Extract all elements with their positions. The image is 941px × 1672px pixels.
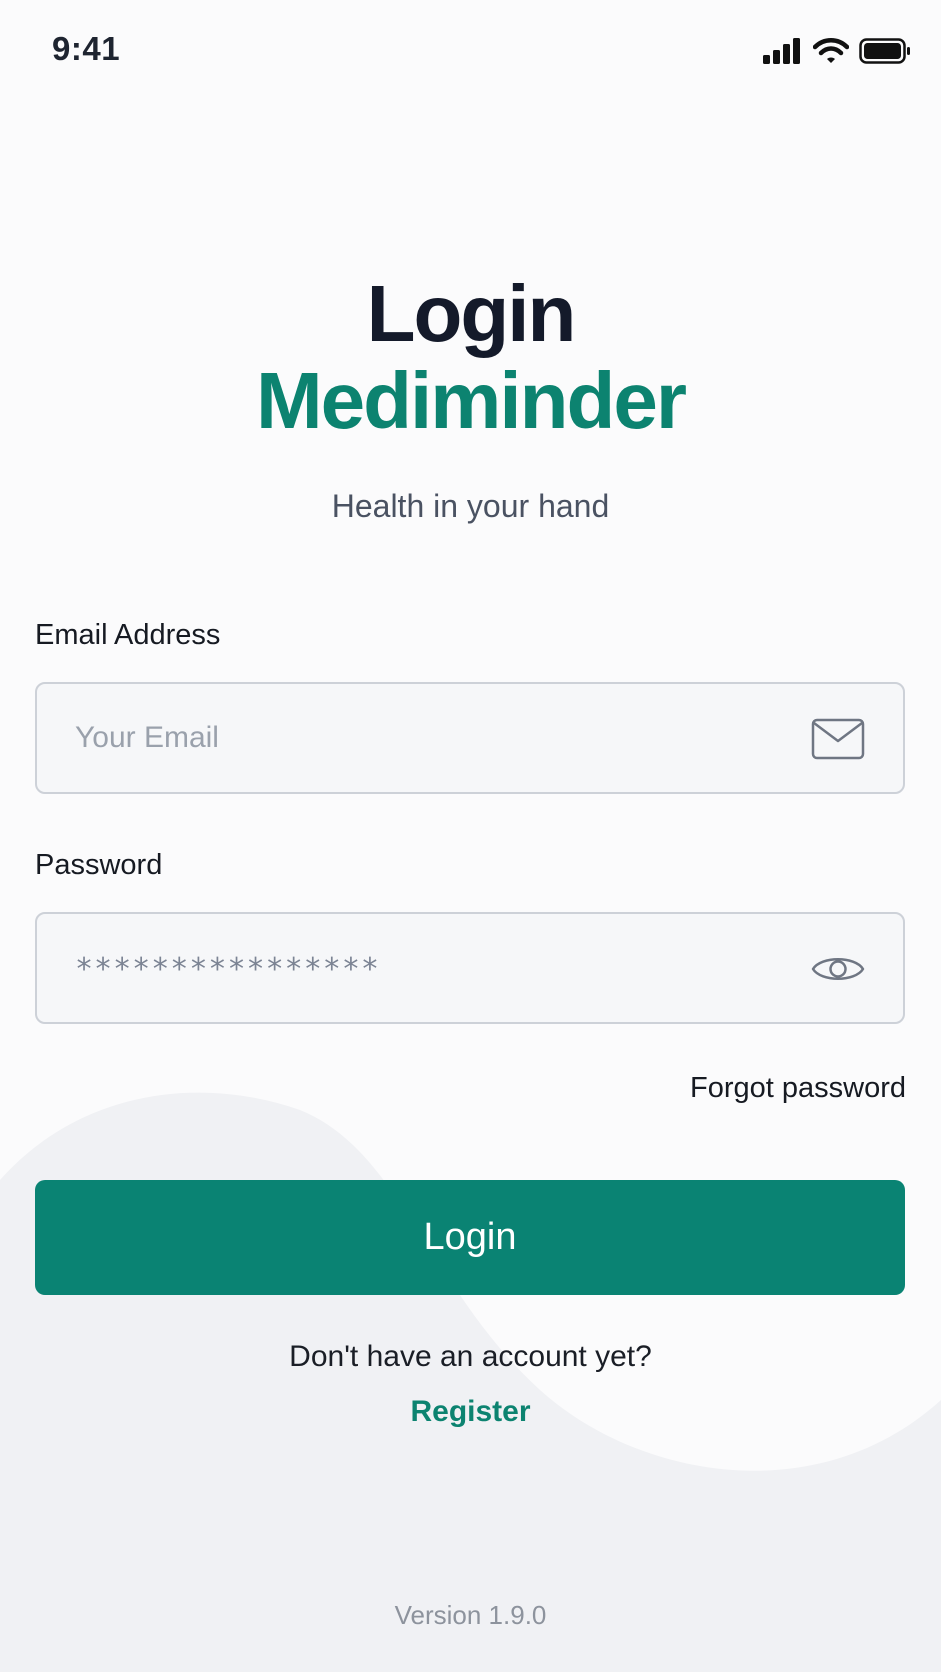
version-label: Version 1.9.0 xyxy=(394,1600,547,1630)
page-title: Login xyxy=(366,269,577,358)
wifi-icon xyxy=(813,38,849,63)
password-value: **************** xyxy=(75,952,380,987)
email-input[interactable] xyxy=(75,684,775,792)
password-label: Password xyxy=(35,849,163,881)
register-row: Register xyxy=(0,1395,941,1429)
status-bar: 9:41 xyxy=(0,0,941,100)
forgot-password-link[interactable]: Forgot password xyxy=(690,1072,906,1105)
email-field-container xyxy=(35,682,905,794)
app-brand-name: Mediminder xyxy=(256,356,687,445)
battery-icon xyxy=(859,38,910,64)
cellular-signal-icon xyxy=(763,38,800,64)
no-account-prompt: Don't have an account yet? xyxy=(289,1340,652,1373)
login-button[interactable]: Login xyxy=(35,1180,905,1295)
tagline: Health in your hand xyxy=(331,488,610,524)
eye-icon[interactable] xyxy=(811,948,865,990)
email-label: Email Address xyxy=(35,619,221,651)
status-icons xyxy=(763,34,911,68)
register-link[interactable]: Register xyxy=(410,1395,530,1428)
password-field[interactable]: **************** xyxy=(35,912,905,1024)
title-block: Login Mediminder xyxy=(0,272,941,446)
envelope-icon xyxy=(811,718,865,760)
status-time: 9:41 xyxy=(52,30,121,67)
